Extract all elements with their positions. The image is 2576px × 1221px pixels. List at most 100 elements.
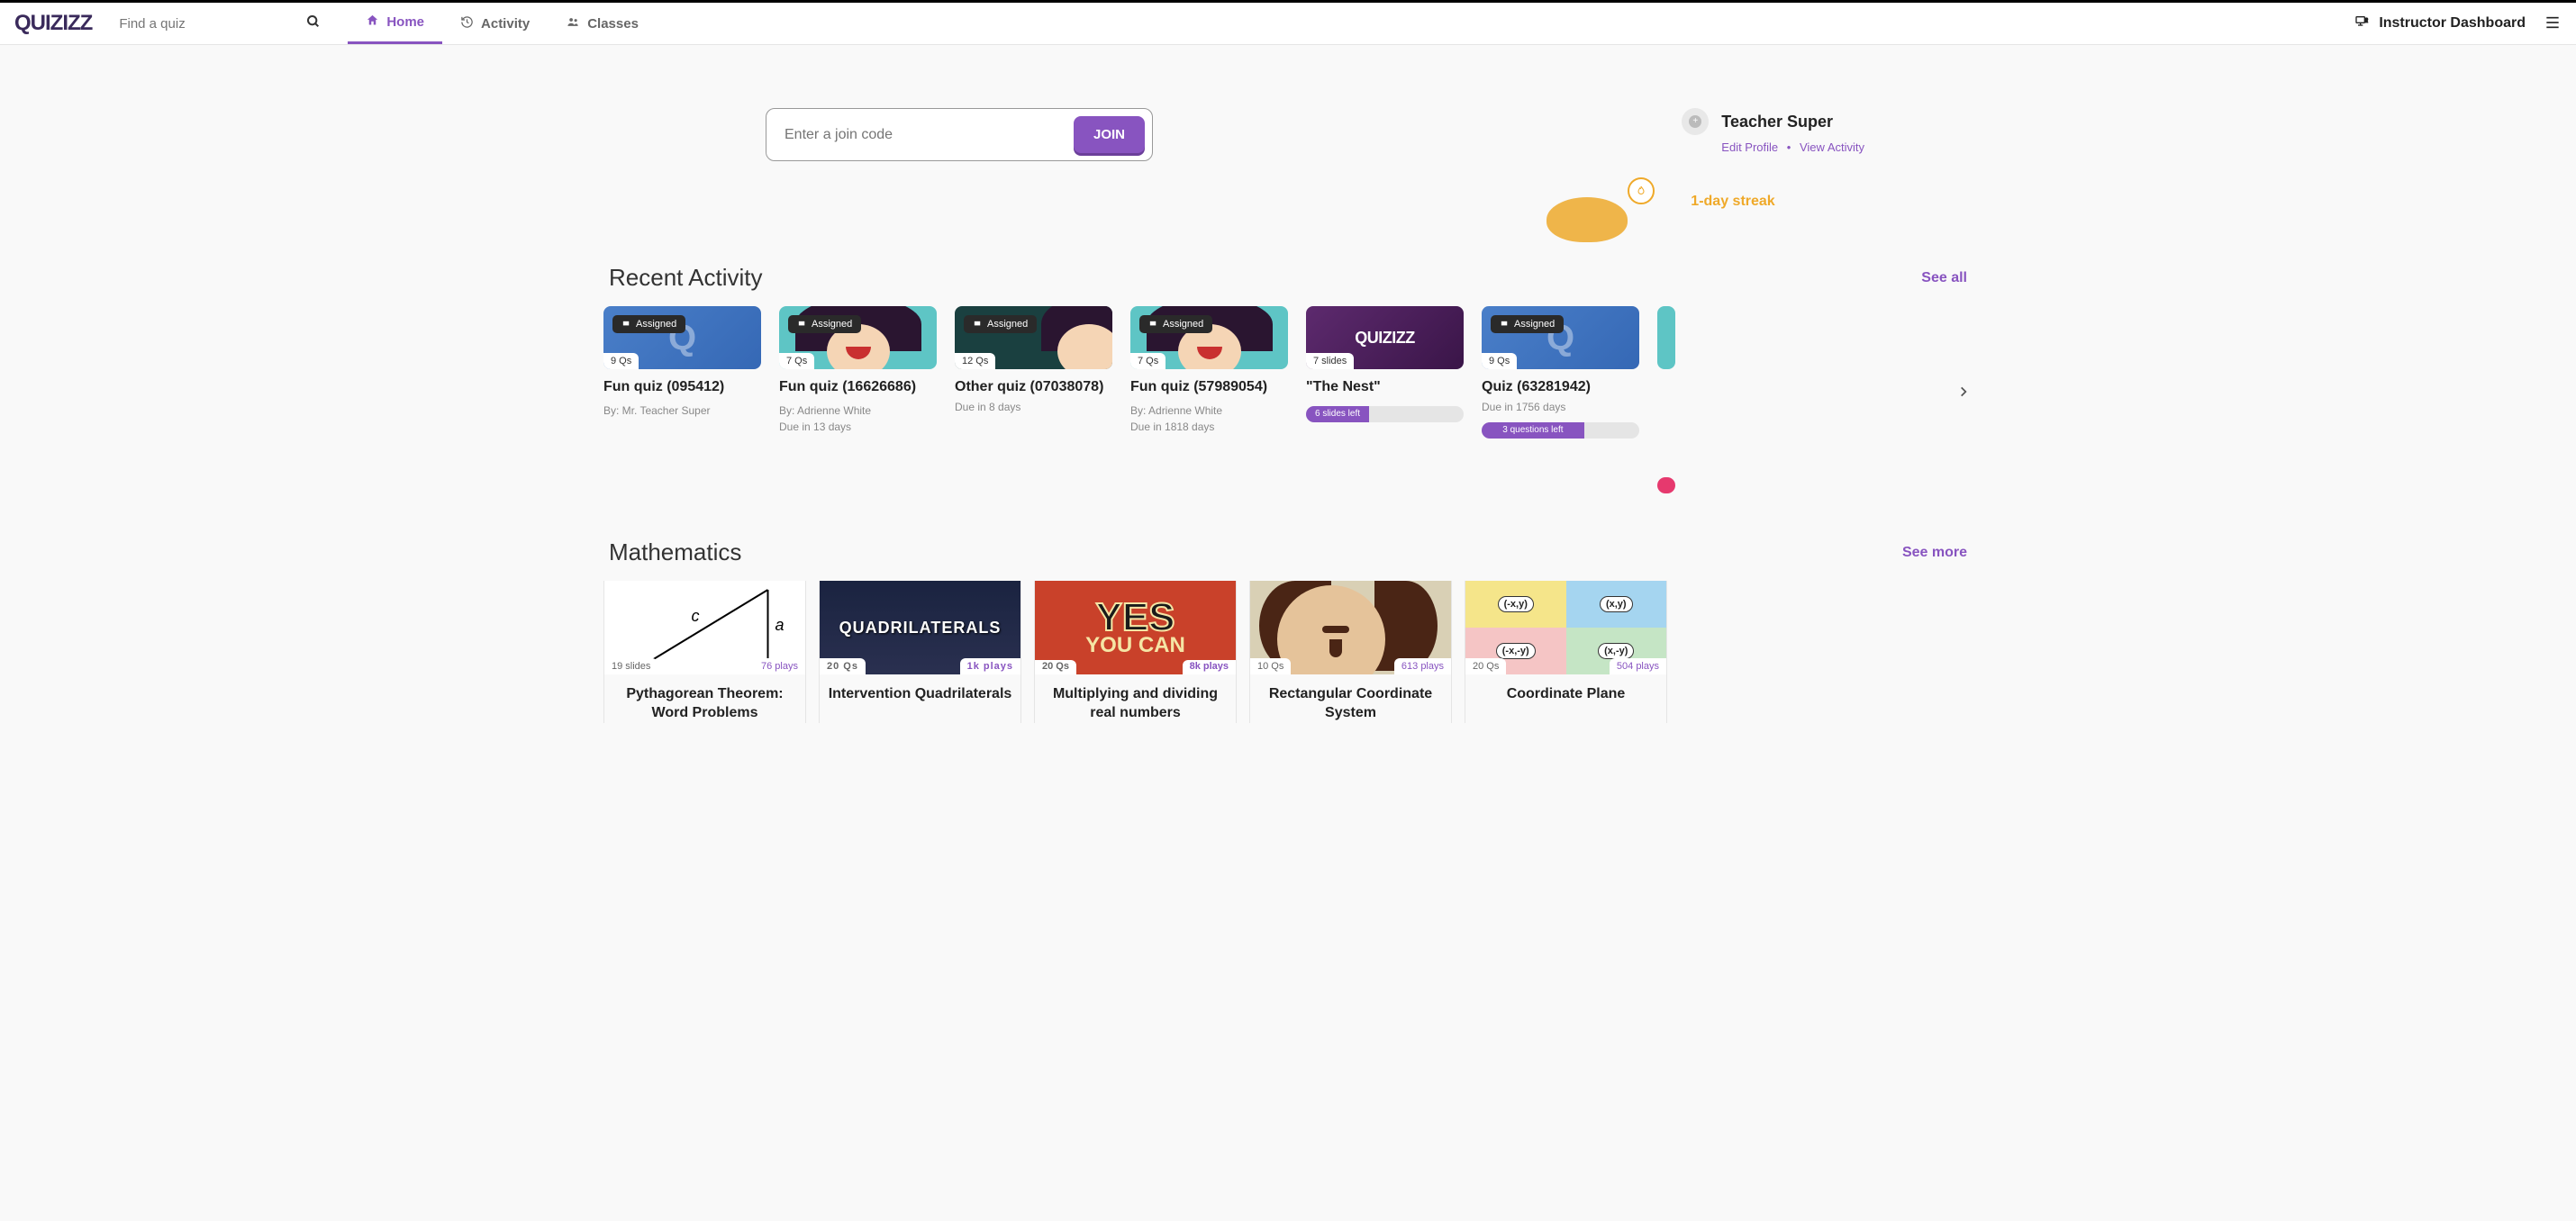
qs-badge: 9 Qs bbox=[603, 353, 639, 369]
card-title: Fun quiz (57989054) bbox=[1130, 378, 1288, 397]
join-button[interactable]: JOIN bbox=[1074, 116, 1145, 153]
card-title: Quiz (63281942) bbox=[1482, 378, 1639, 397]
qs-badge: 9 Qs bbox=[1482, 353, 1517, 369]
instructor-label: Instructor Dashboard bbox=[2379, 15, 2526, 32]
plus-icon: + bbox=[1689, 115, 1701, 128]
nav: Home Activity Classes bbox=[348, 3, 657, 44]
recent-cards-row: Q Assigned 9 Qs Fun quiz (095412) By: Mr… bbox=[603, 306, 1973, 493]
assigned-badge: Assigned bbox=[964, 315, 1037, 333]
qs-badge: 7 Qs bbox=[1130, 353, 1166, 369]
card-author: By: Mr. Teacher Super bbox=[603, 404, 761, 417]
card-author: By: Adrienne White bbox=[779, 404, 937, 417]
card-title: "The Nest" bbox=[1306, 378, 1464, 397]
logo[interactable]: QUIZIZZ bbox=[14, 11, 92, 36]
progress-bar: 6 slides left bbox=[1306, 406, 1464, 422]
plays-badge: 613 plays bbox=[1394, 658, 1451, 674]
recent-card[interactable]: Assigned 7 Qs Fun quiz (57989054) By: Ad… bbox=[1130, 306, 1288, 493]
qs-badge: 12 Qs bbox=[955, 353, 995, 369]
card-title: Fun quiz (095412) bbox=[603, 378, 761, 397]
profile-links: Edit Profile • View Activity bbox=[1721, 140, 1864, 154]
math-card-title: Pythagorean Theorem: Word Problems bbox=[604, 685, 805, 723]
see-all-link[interactable]: See all bbox=[1921, 270, 1967, 286]
instructor-dashboard-button[interactable]: Instructor Dashboard bbox=[2354, 14, 2526, 33]
search-input[interactable] bbox=[119, 16, 299, 32]
card-title: Other quiz (07038078) bbox=[955, 378, 1112, 397]
card-due: Due in 1756 days bbox=[1482, 401, 1639, 413]
search-wrap bbox=[119, 14, 321, 33]
streak-text: 1-day streak bbox=[1691, 194, 1774, 210]
history-icon bbox=[460, 15, 474, 32]
nav-classes-label: Classes bbox=[587, 16, 639, 32]
math-card[interactable]: QUADRILATERALS 20 Qs1k plays Interventio… bbox=[819, 581, 1021, 723]
plays-badge: 504 plays bbox=[1610, 658, 1666, 674]
recent-card[interactable]: Q Assigned 9 Qs Fun quiz (095412) By: Mr… bbox=[603, 306, 761, 493]
search-icon[interactable] bbox=[306, 14, 321, 33]
qs-badge: 10 Qs bbox=[1250, 658, 1291, 674]
assigned-badge: Assigned bbox=[1139, 315, 1212, 333]
assigned-badge: Assigned bbox=[612, 315, 685, 333]
recent-card[interactable]: Assigned 12 Qs Other quiz (07038078) Due… bbox=[955, 306, 1112, 493]
users-icon bbox=[566, 15, 580, 32]
nav-activity[interactable]: Activity bbox=[442, 3, 548, 44]
card-title: Fun quiz (16626686) bbox=[779, 378, 937, 397]
math-card[interactable]: (-x,y) (x,y) (-x,-y) (x,-y) 20 Qs504 pla… bbox=[1465, 581, 1667, 723]
profile-name: Teacher Super bbox=[1721, 113, 1833, 131]
slides-badge: 19 slides bbox=[604, 658, 658, 674]
nav-home[interactable]: Home bbox=[348, 3, 442, 44]
progress-text: 3 questions left bbox=[1482, 422, 1584, 439]
see-more-link[interactable]: See more bbox=[1902, 545, 1967, 561]
edit-profile-link[interactable]: Edit Profile bbox=[1721, 140, 1778, 154]
profile-block: + Teacher Super Edit Profile • View Acti… bbox=[1682, 108, 1864, 210]
avatar[interactable]: + bbox=[1682, 108, 1709, 135]
recent-card[interactable]: Assigned 7 Qs Fun quiz (16626686) By: Ad… bbox=[779, 306, 937, 493]
nav-activity-label: Activity bbox=[481, 16, 530, 32]
streak: 1-day streak bbox=[1628, 172, 1864, 210]
hero-row: JOIN + Teacher Super Edit Profile • View… bbox=[603, 45, 1973, 210]
progress-text: 6 slides left bbox=[1306, 406, 1369, 422]
math-header: Mathematics See more bbox=[603, 538, 1973, 566]
svg-text:a: a bbox=[776, 616, 785, 634]
nav-classes[interactable]: Classes bbox=[548, 3, 657, 44]
assigned-badge: Assigned bbox=[1491, 315, 1564, 333]
math-title: Mathematics bbox=[609, 538, 741, 566]
math-card-title: Rectangular Coordinate System bbox=[1250, 685, 1451, 723]
menu-icon[interactable] bbox=[2544, 12, 2562, 35]
recent-title: Recent Activity bbox=[609, 264, 763, 292]
join-code-box: JOIN bbox=[766, 108, 1153, 161]
app-header: QUIZIZZ Home Activity Classes bbox=[0, 0, 2576, 45]
math-card-title: Coordinate Plane bbox=[1465, 685, 1666, 704]
card-due: Due in 8 days bbox=[955, 401, 1112, 413]
recent-header: Recent Activity See all bbox=[603, 264, 1973, 292]
plays-badge: 76 plays bbox=[754, 658, 805, 674]
flame-icon bbox=[1628, 177, 1655, 204]
nav-home-label: Home bbox=[386, 14, 424, 30]
math-card[interactable]: 10 Qs 613 plays Rectangular Coordinate Sy… bbox=[1249, 581, 1452, 723]
home-icon bbox=[366, 14, 379, 31]
assigned-badge: Assigned bbox=[788, 315, 861, 333]
qs-badge: 20 Qs bbox=[1465, 658, 1506, 674]
presentation-icon bbox=[2354, 14, 2370, 33]
recent-card[interactable]: Q Assigned 9 Qs Quiz (63281942) Due in 1… bbox=[1482, 306, 1639, 493]
blob-decoration bbox=[1547, 197, 1628, 242]
math-card-title: Intervention Quadrilaterals bbox=[820, 685, 1020, 704]
qs-badge: 20 Qs bbox=[820, 658, 866, 674]
view-activity-link[interactable]: View Activity bbox=[1800, 140, 1864, 154]
recent-card[interactable] bbox=[1657, 306, 1675, 493]
qs-badge: 20 Qs bbox=[1035, 660, 1076, 674]
recent-card[interactable]: QUIZIZZ 7 slides "The Nest" 6 slides lef… bbox=[1306, 306, 1464, 493]
math-card-title: Multiplying and dividing real numbers bbox=[1035, 685, 1236, 723]
card-due: Due in 1818 days bbox=[1130, 421, 1288, 433]
svg-text:c: c bbox=[692, 607, 700, 625]
math-card[interactable]: c a 19 slides 76 plays Pythagorean Theorem… bbox=[603, 581, 806, 723]
plays-badge: 1k plays bbox=[960, 658, 1020, 674]
scroll-right-icon[interactable] bbox=[1950, 378, 1973, 405]
card-due: Due in 13 days bbox=[779, 421, 937, 433]
qs-badge: 7 Qs bbox=[779, 353, 814, 369]
qs-badge: 7 slides bbox=[1306, 353, 1354, 369]
plays-badge: 8k plays bbox=[1183, 660, 1236, 674]
math-cards-row: c a 19 slides 76 plays Pythagorean Theorem… bbox=[603, 581, 1973, 723]
math-card[interactable]: YES YOU CAN 20 Qs8k plays Multiplying an… bbox=[1034, 581, 1237, 723]
join-code-input[interactable] bbox=[785, 127, 1074, 143]
progress-bar: 3 questions left bbox=[1482, 422, 1639, 439]
header-right: Instructor Dashboard bbox=[2354, 12, 2562, 35]
